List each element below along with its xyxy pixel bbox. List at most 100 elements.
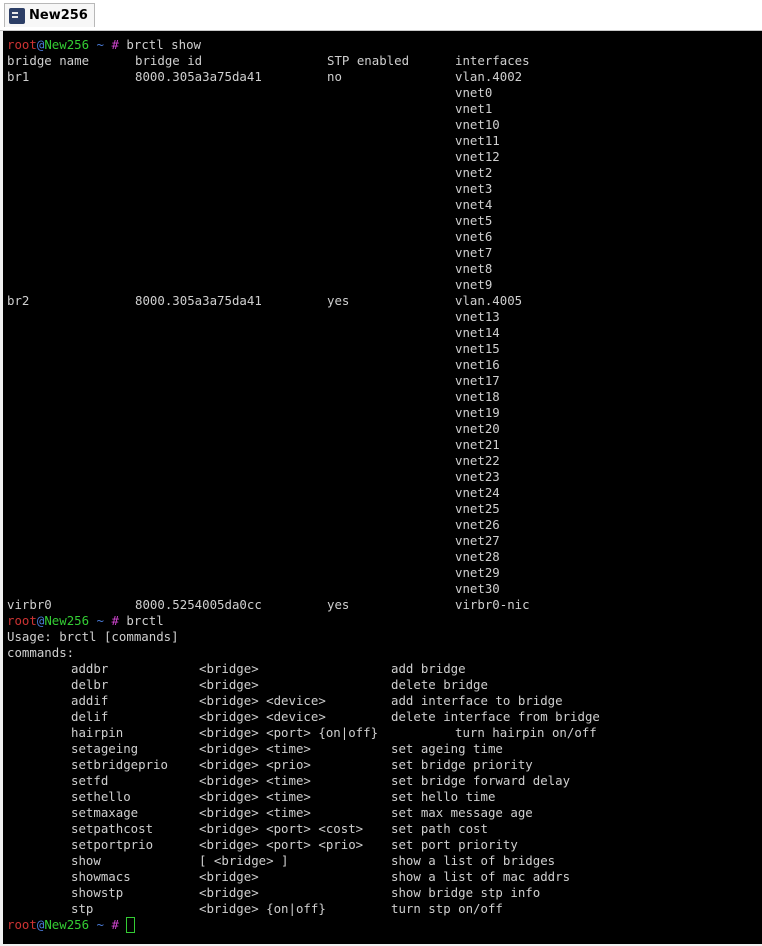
interface-name: vnet26: [455, 517, 500, 532]
interface-name: vnet16: [455, 357, 500, 372]
interface-name: vnet23: [455, 469, 500, 484]
text-cursor[interactable]: [126, 916, 136, 933]
prompt-user: root: [7, 37, 37, 52]
header-cell: bridge name: [7, 53, 90, 68]
command-name: setpathcost: [71, 821, 154, 836]
prompt-line: root@New256 ~ # brctl: [7, 613, 164, 629]
command-desc: turn hairpin on/off: [455, 725, 597, 740]
interface-name: vnet7: [455, 245, 493, 260]
interface-name: vnet24: [455, 485, 500, 500]
command-desc: set bridge forward delay: [391, 773, 571, 788]
prompt-path: ~: [89, 917, 112, 932]
command-args: <bridge>: [199, 661, 259, 676]
command-desc: set ageing time: [391, 741, 503, 756]
command-desc: set max message age: [391, 805, 533, 820]
interface-name: vlan.4002: [455, 69, 523, 84]
prompt-symbol: #: [111, 37, 119, 52]
interface-name: vnet11: [455, 133, 500, 148]
stp-enabled: no: [327, 69, 342, 84]
bridge-name: br2: [7, 293, 30, 308]
interface-name: vnet4: [455, 197, 493, 212]
command-desc: add interface to bridge: [391, 693, 563, 708]
bridge-id: 8000.305a3a75da41: [135, 69, 262, 84]
command-name: showmacs: [71, 869, 131, 884]
command-desc: show a list of bridges: [391, 853, 556, 868]
bridge-name: br1: [7, 69, 30, 84]
command-desc: show a list of mac addrs: [391, 869, 571, 884]
command-desc: add bridge: [391, 661, 466, 676]
terminal-output[interactable]: root@New256 ~ # brctl show bridge name bri…: [3, 31, 762, 944]
interface-name: vnet22: [455, 453, 500, 468]
prompt-host: New256: [44, 613, 90, 628]
bridge-name: virbr0: [7, 597, 52, 612]
command-name: hairpin: [71, 725, 124, 740]
command-args: <bridge>: [199, 885, 259, 900]
command-name: setageing: [71, 741, 139, 756]
command-args: <bridge> <time>: [199, 789, 311, 804]
command-args: <bridge> <device>: [199, 693, 326, 708]
interface-name: vnet5: [455, 213, 493, 228]
interface-name: vlan.4005: [455, 293, 523, 308]
interface-name: vnet10: [455, 117, 500, 132]
command-args: <bridge> <time>: [199, 805, 311, 820]
prompt-symbol: #: [111, 917, 119, 932]
command-desc: set port priority: [391, 837, 518, 852]
interface-name: vnet15: [455, 341, 500, 356]
bridge-id: 8000.305a3a75da41: [135, 293, 262, 308]
prompt-path: ~: [89, 37, 112, 52]
prompt-symbol: #: [111, 613, 119, 628]
command-name: addif: [71, 693, 109, 708]
command-desc: set hello time: [391, 789, 496, 804]
command-args: <bridge>: [199, 677, 259, 692]
command-desc: set bridge priority: [391, 757, 533, 772]
interface-name: vnet0: [455, 85, 493, 100]
session-tab[interactable]: New256: [4, 3, 95, 27]
command-args: <bridge>: [199, 869, 259, 884]
prompt-line: root@New256 ~ #: [7, 916, 136, 933]
command-args: [ <bridge> ]: [199, 853, 289, 868]
command-args: <bridge> <port> <cost>: [199, 821, 364, 836]
interface-name: vnet6: [455, 229, 493, 244]
command-args: <bridge> <device>: [199, 709, 326, 724]
prompt-line: root@New256 ~ # brctl show: [7, 37, 201, 53]
command-name: setbridgeprio: [71, 757, 168, 772]
tab-bar: New256: [0, 0, 762, 31]
command-name: setportprio: [71, 837, 154, 852]
interface-name: vnet18: [455, 389, 500, 404]
interface-name: vnet21: [455, 437, 500, 452]
header-cell: interfaces: [455, 53, 530, 68]
commands-label-line: commands:: [7, 645, 74, 661]
interface-name: vnet12: [455, 149, 500, 164]
interface-name: vnet19: [455, 405, 500, 420]
usage-text: Usage: brctl [commands]: [7, 629, 179, 644]
command-desc: delete bridge: [391, 677, 488, 692]
prompt-user: root: [7, 613, 37, 628]
command-args: <bridge> <time>: [199, 741, 311, 756]
command-args: <bridge> <port> <prio>: [199, 837, 364, 852]
command-args: <bridge> <port> {on|off}: [199, 725, 379, 740]
interface-name: vnet30: [455, 581, 500, 596]
command-name: show: [71, 853, 101, 868]
command-args: <bridge> <time>: [199, 773, 311, 788]
interface-name: vnet13: [455, 309, 500, 324]
prompt-host: New256: [44, 917, 90, 932]
interface-name: vnet28: [455, 549, 500, 564]
tab-title: New256: [29, 8, 88, 23]
command-name: delif: [71, 709, 109, 724]
command-name: addbr: [71, 661, 109, 676]
interface-name: vnet17: [455, 373, 500, 388]
command-text: brctl: [126, 613, 164, 628]
interface-name: vnet9: [455, 277, 493, 292]
putty-terminal-icon: [9, 7, 25, 24]
command-desc: turn stp on/off: [391, 901, 503, 916]
command-name: setmaxage: [71, 805, 139, 820]
command-name: sethello: [71, 789, 131, 804]
interface-name: vnet29: [455, 565, 500, 580]
interface-name: virbr0-nic: [455, 597, 530, 612]
command-name: showstp: [71, 885, 124, 900]
command-desc: show bridge stp info: [391, 885, 541, 900]
command-desc: delete interface from bridge: [391, 709, 600, 724]
command-desc: set path cost: [391, 821, 488, 836]
interface-name: vnet8: [455, 261, 493, 276]
